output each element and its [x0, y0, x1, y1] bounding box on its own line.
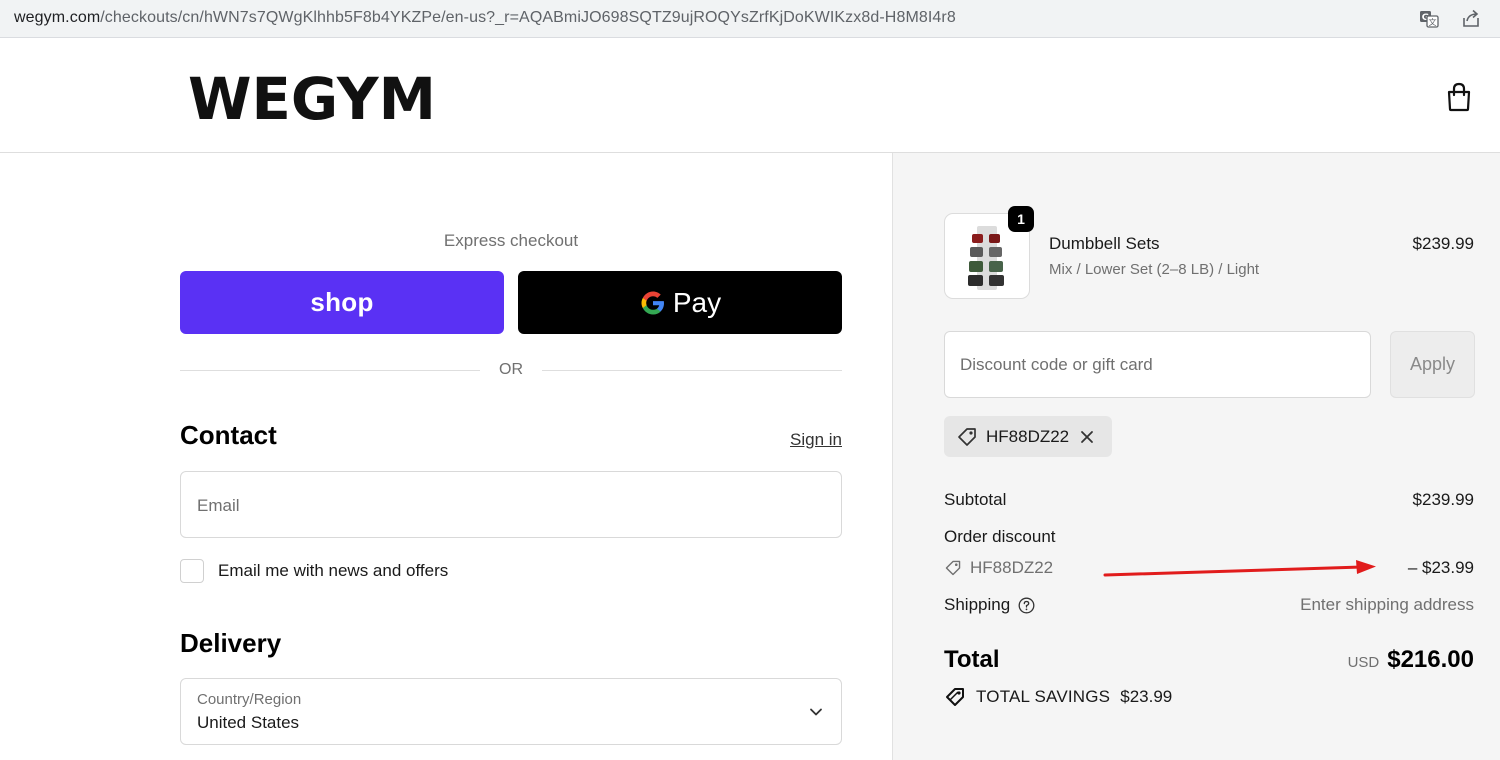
- total-currency: USD: [1347, 654, 1380, 671]
- remove-discount-icon[interactable]: [1079, 429, 1095, 445]
- total-amount: $216.00: [1387, 646, 1474, 673]
- applied-code: HF88DZ22: [986, 426, 1070, 446]
- total-label: Total: [944, 646, 1000, 673]
- order-discount-label: Order discount: [944, 527, 1056, 546]
- country-region-value: United States: [197, 713, 300, 732]
- subtotal-label: Subtotal: [944, 490, 1007, 509]
- url-text[interactable]: wegym.com/checkouts/cn/hWN7s7QWgKlhhb5F8…: [14, 9, 956, 27]
- quantity-badge: 1: [1008, 206, 1034, 232]
- country-region-label: Country/Region: [197, 691, 302, 708]
- shopping-bag-icon[interactable]: [1445, 82, 1473, 112]
- browser-url-bar[interactable]: wegym.com/checkouts/cn/hWN7s7QWgKlhhb5F8…: [0, 0, 1500, 38]
- product-price: $239.99: [1412, 234, 1474, 253]
- shop-pay-button[interactable]: shop: [180, 271, 504, 334]
- google-g-icon: [641, 291, 664, 314]
- product-name: Dumbbell Sets: [1049, 234, 1160, 253]
- newsletter-label[interactable]: Email me with news and offers: [218, 561, 448, 581]
- google-pay-button[interactable]: Pay: [518, 271, 842, 334]
- translate-icon[interactable]: G 文: [1419, 9, 1439, 29]
- newsletter-checkbox[interactable]: [180, 559, 204, 583]
- order-discount-code: HF88DZ22: [970, 558, 1054, 577]
- sign-in-link[interactable]: Sign in: [760, 430, 842, 450]
- order-summary: 1 Dumbbell Sets Mix / Lower Set (2–8 LB)…: [892, 153, 1500, 760]
- url-path: /checkouts/cn/hWN7s7QWgKlhhb5F8b4YKZPe/e…: [100, 9, 956, 26]
- discount-code-input[interactable]: Discount code or gift card: [944, 331, 1371, 398]
- order-discount-value: – $23.99: [1407, 558, 1474, 577]
- total-savings-label: TOTAL SAVINGS: [976, 687, 1111, 706]
- email-field[interactable]: Email: [180, 471, 842, 538]
- total-savings-value: $23.99: [1120, 687, 1173, 706]
- tag-icon: [958, 427, 976, 446]
- annotation-arrow: [1103, 560, 1376, 577]
- divider-line-right: [542, 370, 842, 371]
- total-value-group: USD $216.00: [1348, 646, 1474, 674]
- contact-title: Contact: [180, 420, 277, 450]
- checkout-form: Express checkout shop Pay OR Contact Sig…: [0, 153, 892, 760]
- tag-icon: [945, 560, 961, 576]
- help-icon[interactable]: [1018, 597, 1035, 614]
- newsletter-checkbox-row[interactable]: Email me with news and offers: [180, 558, 448, 584]
- product-variant: Mix / Lower Set (2–8 LB) / Light: [1049, 261, 1260, 278]
- express-checkout-title: Express checkout: [443, 231, 579, 250]
- country-region-select[interactable]: Country/Region United States: [180, 678, 842, 745]
- total-savings-row: TOTAL SAVINGS $23.99: [944, 686, 1172, 708]
- discount-placeholder: Discount code or gift card: [960, 355, 1153, 374]
- shipping-label: Shipping: [944, 595, 1011, 614]
- subtotal-value: $239.99: [1412, 490, 1474, 509]
- wegym-logo[interactable]: WEGYM: [188, 68, 438, 124]
- svg-text:文: 文: [1429, 17, 1437, 27]
- site-header: WEGYM: [0, 38, 1500, 153]
- shipping-value: Enter shipping address: [1300, 595, 1474, 614]
- savings-tag-icon: [946, 688, 964, 706]
- svg-text:WEGYM: WEGYM: [188, 68, 436, 124]
- shipping-label-row: Shipping: [944, 595, 1035, 615]
- url-host: wegym.com: [14, 9, 101, 26]
- or-divider: OR: [180, 359, 842, 381]
- delivery-title: Delivery: [180, 628, 282, 658]
- share-icon[interactable]: [1461, 9, 1481, 29]
- order-discount-code-row: HF88DZ22: [944, 558, 1053, 578]
- applied-discount-chip: HF88DZ22: [944, 416, 1112, 457]
- shop-pay-label: shop: [310, 287, 374, 317]
- chevron-down-icon: [810, 708, 822, 716]
- apply-discount-button[interactable]: Apply: [1390, 331, 1475, 398]
- google-pay-label: Pay: [672, 286, 722, 318]
- email-placeholder: Email: [197, 496, 240, 515]
